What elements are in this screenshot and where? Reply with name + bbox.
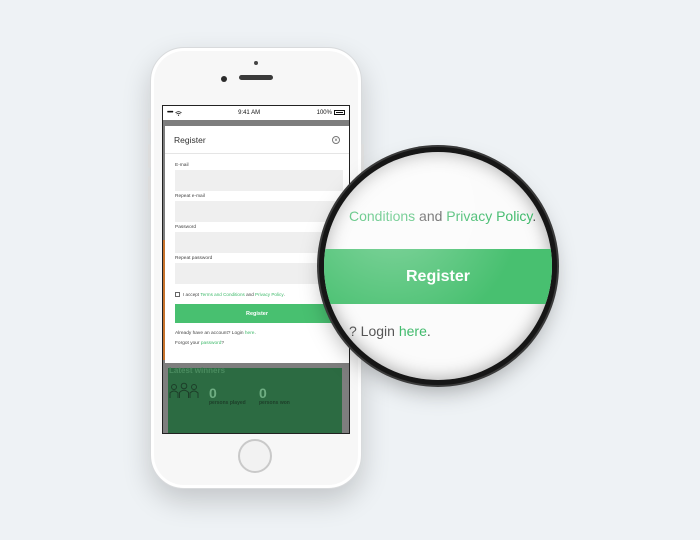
terms-checkbox[interactable] [175, 291, 180, 297]
login-line: Already have an account? Login here. [175, 331, 339, 336]
terms-middle: and [244, 291, 256, 297]
forgot-prefix: Forgot your [175, 341, 201, 346]
wifi-icon [174, 110, 182, 116]
terms-prefix: I accept [183, 291, 200, 297]
repeat-email-field[interactable] [175, 201, 343, 222]
latest-winners-title: Latest winners [169, 366, 226, 375]
repeat-email-label: Repeat e-mail [175, 194, 205, 199]
magnified-terms-suffix: . [532, 208, 537, 224]
magnifier-lens: Conditions and Privacy Policy. Register … [324, 152, 552, 380]
status-time: 9:41 AM [238, 110, 261, 116]
stat-label: persons played [209, 400, 246, 406]
privacy-link[interactable]: Privacy Policy [255, 292, 284, 297]
battery-indicator: 100% [316, 109, 345, 117]
forgot-suffix: ? [221, 341, 225, 346]
home-button[interactable] [238, 439, 272, 473]
magnified-login-link[interactable]: here [399, 323, 427, 339]
repeat-password-field[interactable] [175, 263, 343, 284]
battery-icon [333, 109, 345, 115]
login-suffix: . [254, 331, 256, 336]
battery-percent: 100% [316, 110, 332, 117]
magnified-login-suffix: . [426, 323, 431, 339]
repeat-password-label: Repeat password [175, 256, 213, 261]
terms-suffix: . [283, 291, 285, 297]
magnified-terms-middle: and [415, 208, 447, 224]
volume-down-button [148, 176, 151, 200]
forgot-password-link[interactable]: password [201, 341, 222, 346]
email-field[interactable] [175, 170, 343, 191]
terms-link[interactable]: Terms and Conditions [200, 292, 244, 297]
email-label: E-mail [175, 163, 189, 168]
register-button[interactable]: Register [175, 304, 339, 323]
stat-persons-played: 0 persons played [209, 386, 246, 406]
close-icon[interactable]: × [332, 135, 340, 144]
register-form: E-mail Repeat e-mail Password Repeat pas… [165, 154, 349, 346]
magnified-privacy-link[interactable]: Privacy Policy [446, 208, 532, 224]
sensor-icon [254, 61, 258, 65]
magnified-login-text: ? Login here. [349, 323, 431, 339]
stat-label: persons won [259, 400, 290, 406]
volume-up-button [148, 144, 151, 168]
modal-header: Register × [165, 126, 349, 154]
magnified-register-button[interactable]: Register [324, 249, 552, 304]
stat-number: 0 [209, 385, 217, 401]
password-field[interactable] [175, 232, 343, 253]
mute-switch [148, 118, 151, 132]
terms-row: I accept Terms and Conditions and Privac… [175, 290, 339, 298]
latest-winners-section [168, 368, 342, 433]
phone-screen: ••••• 9:41 AM 100% Latest winners 0 pers… [162, 105, 350, 434]
magnified-terms-link[interactable]: Conditions [349, 208, 415, 224]
stat-number: 0 [259, 385, 267, 401]
forgot-line: Forgot your password? [175, 341, 339, 346]
signal-icon: ••••• [167, 110, 173, 116]
login-prefix: Already have an account? Login [175, 331, 245, 336]
register-modal: Register × E-mail Repeat e-mail Password… [165, 126, 349, 363]
magnified-terms-text: Conditions and Privacy Policy. [349, 208, 536, 224]
password-label: Password [175, 225, 197, 230]
power-button [361, 144, 364, 172]
camera-icon [221, 76, 227, 82]
stat-persons-won: 0 persons won [259, 386, 290, 406]
people-icon [169, 382, 199, 398]
status-bar: ••••• 9:41 AM 100% [163, 106, 349, 120]
speaker-grille [239, 75, 273, 80]
magnified-login-prefix: ? Login [349, 323, 399, 339]
modal-title: Register [174, 134, 206, 145]
